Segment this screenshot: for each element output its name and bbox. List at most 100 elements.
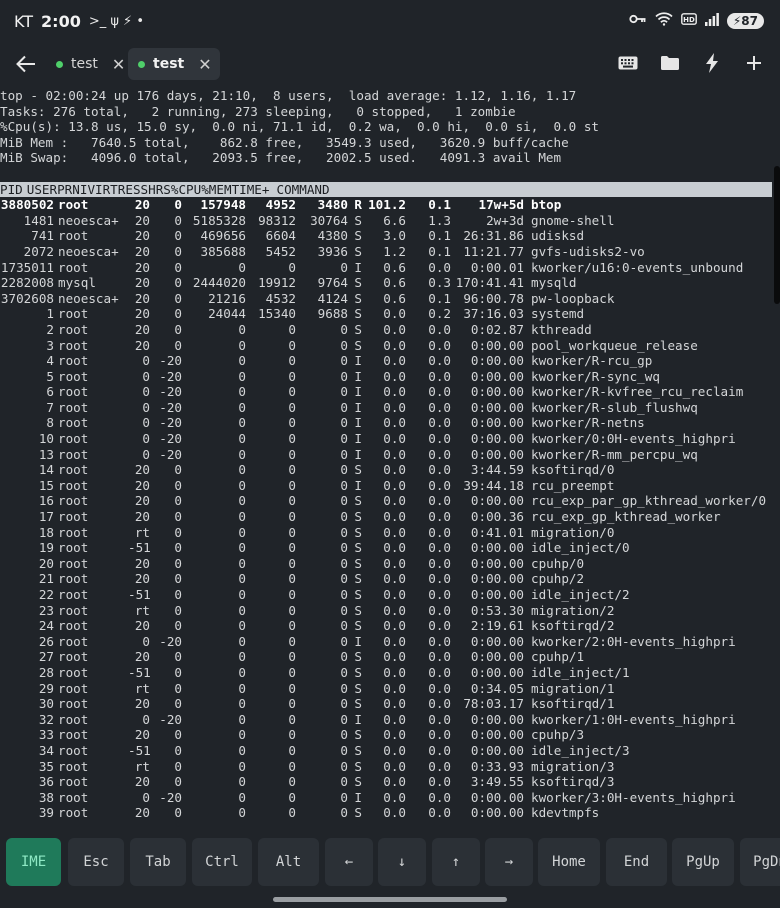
cell-pr: 20 bbox=[134, 649, 150, 665]
cell-user: root bbox=[58, 509, 89, 525]
cell-pr: 20 bbox=[134, 509, 150, 525]
key-10[interactable]: End bbox=[606, 838, 667, 886]
cell-pr: 20 bbox=[134, 477, 150, 493]
cell-command: idle_inject/1 bbox=[531, 664, 630, 680]
cell-ni: 0 bbox=[174, 664, 182, 680]
cell-command: ksoftirqd/2 bbox=[531, 618, 615, 634]
cell-pr: 20 bbox=[134, 212, 150, 228]
key-8[interactable]: → bbox=[485, 838, 533, 886]
cell-mem: 0.0 bbox=[428, 571, 451, 587]
cell-shr: 0 bbox=[340, 477, 348, 493]
cell-shr: 0 bbox=[340, 509, 348, 525]
cell-time: 2w+3d bbox=[486, 212, 524, 228]
key-5[interactable]: ← bbox=[325, 838, 373, 886]
plus-icon[interactable] bbox=[742, 50, 766, 76]
cell-cpu: 0.0 bbox=[383, 306, 406, 322]
home-indicator[interactable] bbox=[273, 897, 507, 902]
key-2[interactable]: Tab bbox=[130, 838, 186, 886]
cell-state: S bbox=[354, 321, 362, 337]
table-row: 26 root 0 -20 0 0 0 I 0.0 0.0 0:00.00 kworker/2:0H-… bbox=[0, 634, 772, 650]
cell-user: neoesca+ bbox=[58, 290, 119, 306]
cell-time: 39:44.18 bbox=[463, 477, 524, 493]
cell-time: 17w+5d bbox=[478, 197, 525, 213]
table-row: 32 root 0 -20 0 0 0 I 0.0 0.0 0:00.00 kworker/1:0H-… bbox=[0, 712, 772, 728]
cell-state: I bbox=[354, 368, 362, 384]
key-9[interactable]: Home bbox=[538, 838, 600, 886]
tab-session-2[interactable]: test ✕ bbox=[128, 48, 220, 80]
cell-time: 0:00.00 bbox=[470, 633, 524, 649]
cell-cpu: 101.2 bbox=[368, 197, 406, 213]
cell-user: mysql bbox=[58, 275, 96, 291]
cell-time: 96:00.78 bbox=[463, 290, 524, 306]
cell-mem: 0.0 bbox=[428, 587, 451, 602]
cell-virt: 0 bbox=[238, 321, 246, 337]
lightning-icon[interactable] bbox=[700, 50, 724, 76]
cell-time: 0:00.00 bbox=[470, 587, 524, 602]
cell-cpu: 0.0 bbox=[383, 446, 406, 462]
cell-mem: 0.0 bbox=[428, 758, 451, 774]
cell-command: mysqld bbox=[531, 275, 577, 291]
cell-state: I bbox=[354, 384, 362, 400]
cell-cpu: 0.0 bbox=[383, 477, 406, 493]
cell-user: root bbox=[58, 399, 89, 415]
cell-user: root bbox=[58, 805, 89, 821]
key-11[interactable]: PgUp bbox=[672, 838, 734, 886]
cell-mem: 0.0 bbox=[428, 711, 451, 727]
cell-cpu: 0.0 bbox=[383, 540, 406, 556]
cell-shr: 0 bbox=[340, 399, 348, 415]
cell-pid: 39 bbox=[38, 805, 54, 821]
cell-command: btop bbox=[531, 197, 562, 213]
key-6[interactable]: ↓ bbox=[378, 838, 426, 886]
cell-shr: 0 bbox=[340, 368, 348, 384]
table-row: 13 root 0 -20 0 0 0 I 0.0 0.0 0:00.00 kworker/R-mm_… bbox=[0, 447, 772, 463]
terminal-output[interactable]: top - 02:00:24 up 176 days, 21:10, 8 use… bbox=[0, 88, 772, 826]
cell-cpu: 0.0 bbox=[383, 524, 406, 540]
scrollbar-thumb[interactable] bbox=[774, 166, 780, 304]
cell-pid: 38 bbox=[38, 789, 54, 805]
key-4[interactable]: Alt bbox=[258, 838, 319, 886]
cell-pr: 20 bbox=[134, 321, 150, 337]
table-row: 30 root 20 0 0 0 0 S 0.0 0.0 78:03.17 ksoftirqd/1 bbox=[0, 696, 772, 712]
cell-command: kworker/u16:0-events_unbound bbox=[531, 259, 744, 275]
cell-pid: 13 bbox=[38, 446, 54, 462]
cell-state: I bbox=[354, 789, 362, 805]
cell-res: 0 bbox=[288, 633, 296, 649]
cell-user: root bbox=[58, 618, 89, 634]
cell-mem: 0.0 bbox=[428, 368, 451, 384]
cell-ni: -20 bbox=[159, 789, 182, 805]
cell-ni: 0 bbox=[174, 571, 182, 587]
keyboard-icon[interactable] bbox=[616, 50, 640, 76]
cell-shr: 0 bbox=[340, 446, 348, 462]
cell-state: S bbox=[354, 275, 362, 291]
table-row: 1 root 20 0 24044 15340 9688 S 0.0 0.2 37:16.03 sys… bbox=[0, 306, 772, 322]
cell-user: root bbox=[58, 633, 89, 649]
cell-ni: 0 bbox=[174, 275, 182, 291]
cell-pr: 0 bbox=[142, 711, 150, 727]
cell-user: root bbox=[58, 540, 89, 556]
cell-virt: 469656 bbox=[200, 228, 247, 244]
cell-mem: 0.0 bbox=[428, 774, 451, 790]
col-command: COMMAND bbox=[276, 181, 330, 197]
cell-command: rcu_preempt bbox=[531, 477, 615, 493]
cell-time: 3:44.59 bbox=[470, 462, 524, 478]
cell-res: 0 bbox=[288, 259, 296, 275]
cell-shr: 0 bbox=[340, 587, 348, 602]
cell-command: cpuhp/3 bbox=[531, 727, 585, 743]
back-button[interactable] bbox=[12, 50, 40, 78]
cell-virt: 24044 bbox=[208, 306, 246, 322]
cell-mem: 1.3 bbox=[428, 212, 451, 228]
folder-icon[interactable] bbox=[658, 50, 682, 76]
close-icon[interactable]: ✕ bbox=[112, 55, 125, 74]
cell-cpu: 0.6 bbox=[383, 259, 406, 275]
cell-ni: 0 bbox=[174, 290, 182, 306]
key-0[interactable]: IME bbox=[6, 838, 61, 886]
cell-user: root bbox=[58, 321, 89, 337]
key-1[interactable]: Esc bbox=[68, 838, 124, 886]
key-3[interactable]: Ctrl bbox=[192, 838, 252, 886]
tab-session-1[interactable]: test ✕ bbox=[48, 48, 133, 80]
key-12[interactable]: PgDn bbox=[740, 838, 780, 886]
key-7[interactable]: ↑ bbox=[432, 838, 480, 886]
close-icon[interactable]: ✕ bbox=[198, 55, 211, 74]
cell-shr: 0 bbox=[340, 649, 348, 665]
cell-state: S bbox=[354, 742, 362, 758]
